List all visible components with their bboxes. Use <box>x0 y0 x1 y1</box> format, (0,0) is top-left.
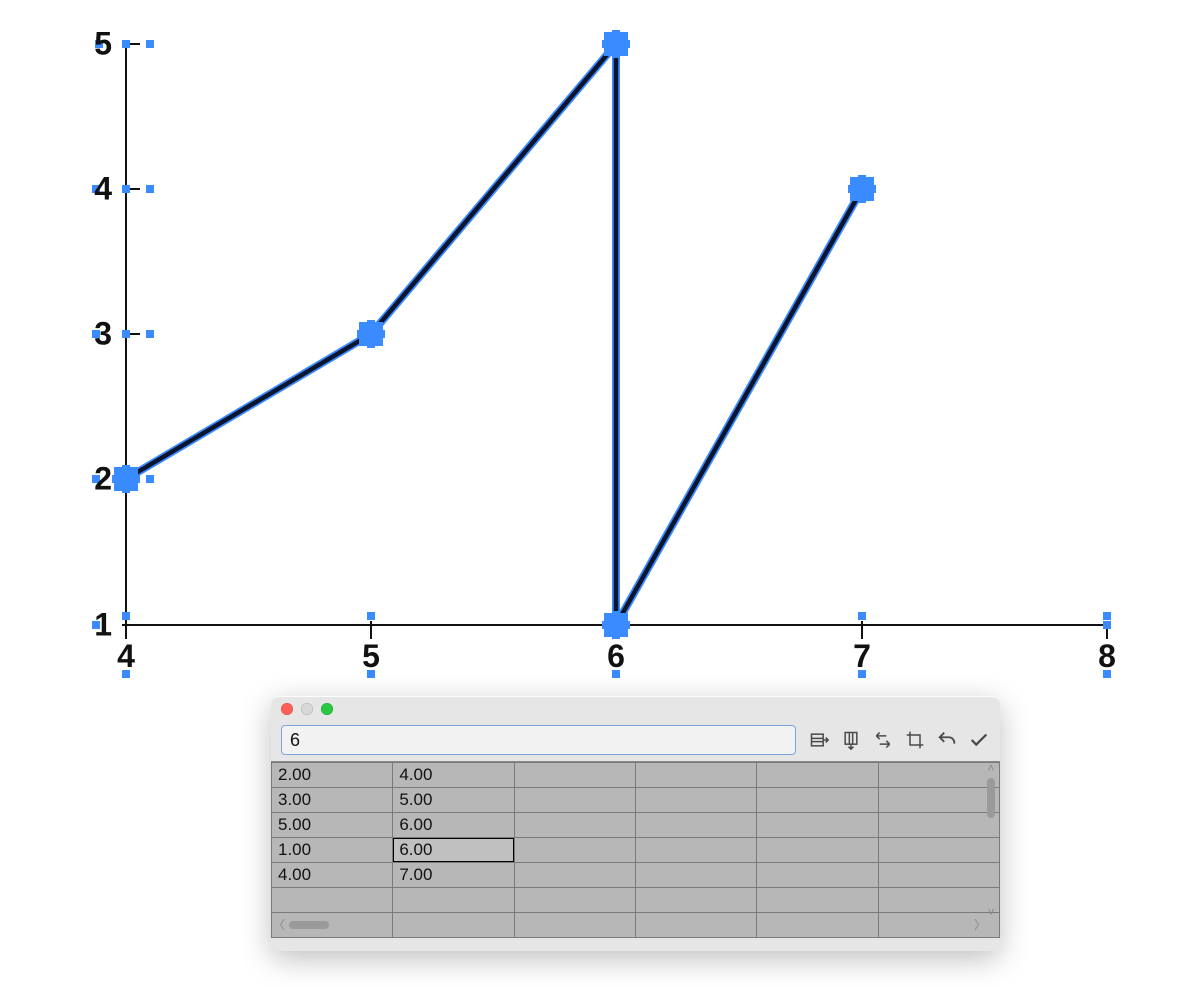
point-4-2 <box>112 465 140 493</box>
table-cell[interactable] <box>635 813 756 838</box>
table-row[interactable]: 1.006.00 <box>272 838 1000 863</box>
formula-input[interactable] <box>281 725 796 755</box>
table-cell[interactable] <box>514 813 635 838</box>
data-window[interactable]: 2.004.003.005.005.006.001.006.004.007.00… <box>271 696 1000 951</box>
data-polyline-inner <box>126 44 862 625</box>
table-row[interactable]: 5.006.00 <box>272 813 1000 838</box>
table-cell[interactable] <box>757 888 878 913</box>
scroll-right-icon[interactable]: 〉 <box>974 919 986 931</box>
table-cell[interactable] <box>514 863 635 888</box>
table-cell[interactable] <box>514 838 635 863</box>
x-tick-8[interactable]: 8 <box>1098 638 1116 675</box>
window-titlebar[interactable] <box>271 697 1000 721</box>
y-tick-5[interactable]: 5 <box>94 26 112 63</box>
table-cell[interactable]: 1.00 <box>272 838 393 863</box>
table-cell[interactable] <box>878 813 999 838</box>
table-cell[interactable] <box>272 888 393 913</box>
table-cell[interactable] <box>878 863 999 888</box>
point-6-5 <box>602 30 630 58</box>
table-cell[interactable] <box>878 763 999 788</box>
scroll-left-icon[interactable]: 〈 <box>273 919 285 931</box>
data-grid[interactable]: 2.004.003.005.005.006.001.006.004.007.00 <box>271 762 1000 938</box>
table-cell[interactable]: 6.00 <box>393 838 514 863</box>
table-cell[interactable] <box>514 763 635 788</box>
table-cell[interactable]: 4.00 <box>272 863 393 888</box>
table-row[interactable]: 3.005.00 <box>272 788 1000 813</box>
x-tick-5[interactable]: 5 <box>362 638 380 675</box>
data-points[interactable] <box>112 30 876 639</box>
table-cell[interactable]: 4.00 <box>393 763 514 788</box>
horizontal-scrollbar[interactable]: 〈 〉 <box>273 918 986 932</box>
scroll-down-icon[interactable]: ˅ <box>987 906 994 918</box>
x-tick-7[interactable]: 7 <box>853 638 871 675</box>
x-tick-6[interactable]: 6 <box>607 638 625 675</box>
confirm-icon[interactable] <box>968 729 990 751</box>
table-cell[interactable]: 6.00 <box>393 813 514 838</box>
handles[interactable] <box>92 40 1111 678</box>
x-tick-4[interactable]: 4 <box>117 638 135 675</box>
table-cell[interactable] <box>635 788 756 813</box>
table-cell[interactable]: 2.00 <box>272 763 393 788</box>
undo-icon[interactable] <box>936 729 958 751</box>
scroll-thumb-h[interactable] <box>289 921 329 929</box>
table-cell[interactable] <box>635 863 756 888</box>
crop-icon[interactable] <box>904 729 926 751</box>
table-cell[interactable]: 7.00 <box>393 863 514 888</box>
table-cell[interactable] <box>514 788 635 813</box>
y-tick-3[interactable]: 3 <box>94 316 112 353</box>
table-cell[interactable] <box>878 838 999 863</box>
table-cell[interactable] <box>635 888 756 913</box>
table-cell[interactable] <box>757 763 878 788</box>
table-row[interactable]: 4.007.00 <box>272 863 1000 888</box>
data-polyline[interactable] <box>126 44 862 625</box>
window-zoom-button[interactable] <box>321 703 333 715</box>
insert-column-icon[interactable] <box>840 729 862 751</box>
window-minimize-button[interactable] <box>301 703 313 715</box>
scroll-thumb[interactable] <box>987 778 995 818</box>
chart-svg[interactable] <box>0 0 1200 700</box>
vertical-scrollbar[interactable]: ˄ ˅ <box>984 762 998 918</box>
table-cell[interactable]: 5.00 <box>272 813 393 838</box>
swap-xy-icon[interactable] <box>872 729 894 751</box>
table-cell[interactable] <box>878 888 999 913</box>
table-cell[interactable]: 5.00 <box>393 788 514 813</box>
window-close-button[interactable] <box>281 703 293 715</box>
table-cell[interactable] <box>757 838 878 863</box>
table-cell[interactable]: 3.00 <box>272 788 393 813</box>
scroll-up-icon[interactable]: ˄ <box>987 762 994 774</box>
table-cell[interactable] <box>878 788 999 813</box>
table-row[interactable] <box>272 888 1000 913</box>
point-7-4 <box>848 175 876 203</box>
table-cell[interactable] <box>514 888 635 913</box>
table-cell[interactable] <box>635 838 756 863</box>
table-row[interactable]: 2.004.00 <box>272 763 1000 788</box>
table-cell[interactable] <box>757 813 878 838</box>
y-tick-4[interactable]: 4 <box>94 171 112 208</box>
chart-canvas[interactable]: 5 4 3 2 1 4 5 6 7 8 <box>0 0 1200 700</box>
table-cell[interactable] <box>635 763 756 788</box>
y-tick-1[interactable]: 1 <box>94 607 112 644</box>
insert-row-icon[interactable] <box>808 729 830 751</box>
point-6-1 <box>602 611 630 639</box>
table-cell[interactable] <box>757 863 878 888</box>
table-cell[interactable] <box>757 788 878 813</box>
y-tick-2[interactable]: 2 <box>94 461 112 498</box>
table-cell[interactable] <box>393 888 514 913</box>
point-5-3 <box>357 320 385 348</box>
